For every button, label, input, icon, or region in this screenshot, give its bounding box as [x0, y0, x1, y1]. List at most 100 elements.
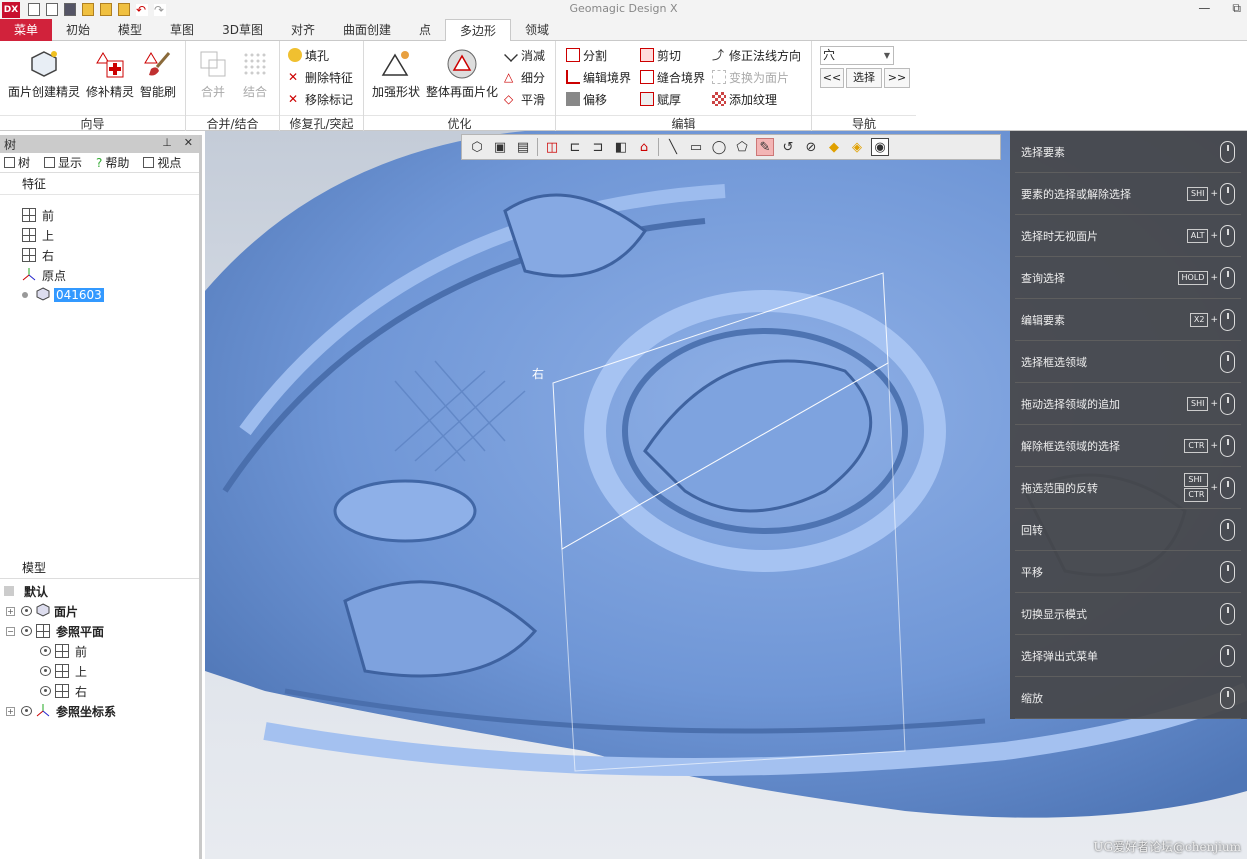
freeform-select-icon[interactable]: ✎ [756, 138, 774, 156]
smart-brush-button[interactable]: 智能刷 [140, 47, 176, 100]
tab-4[interactable]: 3D草图 [208, 19, 277, 41]
collapse-icon[interactable]: − [6, 626, 15, 636]
split-view-icon[interactable]: ◧ [612, 138, 630, 156]
extend-select-icon[interactable]: ◈ [848, 138, 866, 156]
subdivide-button[interactable]: △ 细分 [504, 67, 545, 87]
3d-viewport[interactable]: 右 ⬡ ▣ ▤ ◫ ⊏ ⊐ ◧ ⌂ ╲ ▭ ◯ ⬠ ✎ ↺ ⊘ ◆ ◈ ◉ 选择… [205, 131, 1247, 859]
trim-button[interactable]: 剪切 [640, 45, 681, 65]
tab-6[interactable]: 曲面创建 [329, 19, 405, 41]
tree-item-mesh[interactable]: 041603 [22, 285, 104, 305]
tab-0[interactable]: 菜单 [0, 19, 53, 41]
open-recent-icon[interactable] [100, 3, 112, 16]
expand-icon[interactable]: + [6, 706, 15, 716]
eye-icon[interactable] [40, 666, 51, 676]
rectangle-select-icon[interactable]: ▭ [687, 138, 705, 156]
mesh-wizard-button[interactable]: 面片创建精灵 [8, 47, 80, 100]
combine-button[interactable]: 结合 [238, 47, 272, 100]
eye-icon[interactable] [21, 626, 32, 636]
navigation-select[interactable]: 穴 ▼ [820, 46, 894, 65]
model-item-ref-planes[interactable]: − 参照平面 [6, 621, 104, 641]
decimate-button[interactable]: 消减 [504, 45, 545, 65]
model-item-default[interactable]: 默认 [4, 581, 48, 601]
tab-9[interactable]: 领域 [511, 19, 563, 41]
window-title: Geomagic Design X [569, 2, 678, 15]
global-remesh-button[interactable]: 整体再面片化 [426, 47, 498, 100]
lasso-select-icon[interactable]: ↺ [779, 138, 797, 156]
tab-8[interactable]: 多边形 [445, 19, 512, 42]
model-item-ref-csys[interactable]: + 参照坐标系 [6, 701, 116, 721]
model-header: 模型 [0, 557, 199, 579]
undo-icon[interactable]: ↶ [136, 3, 148, 16]
paint-bucket-icon[interactable]: ◆ [825, 138, 843, 156]
enhance-shape-button[interactable]: 加强形状 [372, 47, 420, 100]
hint-label: 选择要素 [1021, 145, 1065, 159]
merge-button[interactable]: 合并 [196, 47, 230, 100]
model-item-mesh[interactable]: + 面片 [6, 601, 78, 621]
model-item-front[interactable]: 前 [40, 641, 87, 661]
remesh-icon [445, 47, 479, 81]
remove-spike-button[interactable]: ✕ 移除标记 [288, 89, 353, 109]
model-item-right[interactable]: 右 [40, 681, 87, 701]
convert-to-mesh-button[interactable]: 变换为面片 [712, 67, 789, 87]
model-item-top[interactable]: 上 [40, 661, 87, 681]
offset-button[interactable]: 偏移 [566, 89, 607, 109]
house-icon[interactable]: ⌂ [635, 138, 653, 156]
restore-button[interactable]: ⧉ [1232, 1, 1241, 16]
save-icon[interactable] [64, 3, 76, 16]
pin-icon[interactable]: ⊥ [162, 136, 172, 149]
fill-hole-button[interactable]: 填孔 [288, 45, 329, 65]
tree-item-top[interactable]: 上 [22, 225, 54, 245]
cube-view-icon[interactable]: ▣ [491, 138, 509, 156]
tab-2[interactable]: 模型 [104, 19, 156, 41]
render-mode-icon[interactable]: ▤ [514, 138, 532, 156]
close-icon[interactable]: ✕ [184, 136, 193, 149]
tab-7[interactable]: 点 [405, 19, 445, 41]
folder-export-icon[interactable] [118, 3, 130, 16]
tab-1[interactable]: 初始 [52, 19, 104, 41]
hexagon-mesh-icon[interactable]: ⬡ [468, 138, 486, 156]
open-folder-icon[interactable] [82, 3, 94, 16]
circle-select-icon[interactable]: ◯ [710, 138, 728, 156]
tab-help[interactable]: ? 帮助 [92, 154, 129, 171]
healing-wizard-button[interactable]: 修补精灵 [86, 47, 134, 100]
new-file-icon[interactable] [28, 3, 40, 16]
smooth-button[interactable]: ◇ 平滑 [504, 89, 545, 109]
brush-select-icon[interactable]: ⊘ [802, 138, 820, 156]
eye-icon[interactable] [40, 686, 51, 696]
redo-icon[interactable]: ↷ [154, 3, 166, 16]
remove-feature-button[interactable]: ✕ 删除特征 [288, 67, 353, 87]
tab-5[interactable]: 对齐 [277, 19, 329, 41]
clip-plane-alt-icon[interactable]: ⊐ [589, 138, 607, 156]
visibility-eye-icon[interactable]: ◉ [871, 138, 889, 156]
section-view-icon[interactable]: ◫ [543, 138, 561, 156]
nav-select-button[interactable]: 选择 [846, 68, 882, 88]
import-icon[interactable] [46, 3, 58, 16]
tree-item-origin[interactable]: 原点 [22, 265, 66, 285]
app-logo: DX [2, 1, 20, 18]
tab-viewpoint[interactable]: 视点 [139, 154, 181, 171]
stitch-boundary-button[interactable]: 缝合境界 [640, 67, 705, 87]
split-button[interactable]: 分割 [566, 45, 607, 65]
fix-normals-button[interactable]: ⤴ 修正法线方向 [712, 45, 801, 65]
plus-sign: + [1210, 440, 1218, 451]
edit-boundary-button[interactable]: 编辑境界 [566, 67, 631, 87]
eye-icon[interactable] [40, 646, 51, 656]
mouse-icon [1220, 560, 1235, 583]
nav-next-button[interactable]: >> [884, 68, 910, 88]
tab-tree[interactable]: 树 [0, 154, 30, 171]
minimize-button[interactable]: — [1198, 1, 1210, 16]
nav-prev-button[interactable]: << [820, 68, 844, 88]
tree-item-front[interactable]: 前 [22, 205, 54, 225]
expand-icon[interactable]: + [6, 606, 15, 616]
tree-subtabs: 树 显示 ? 帮助 视点 [0, 153, 199, 173]
clip-plane-icon[interactable]: ⊏ [566, 138, 584, 156]
add-texture-button[interactable]: 添加纹理 [712, 89, 777, 109]
line-select-icon[interactable]: ╲ [664, 138, 682, 156]
eye-icon[interactable] [21, 706, 32, 716]
tree-item-right[interactable]: 右 [22, 245, 54, 265]
tab-3[interactable]: 草图 [156, 19, 208, 41]
thicken-button[interactable]: 赋厚 [640, 89, 681, 109]
tab-display[interactable]: 显示 [40, 154, 82, 171]
eye-icon[interactable] [21, 606, 32, 616]
polygon-select-icon[interactable]: ⬠ [733, 138, 751, 156]
